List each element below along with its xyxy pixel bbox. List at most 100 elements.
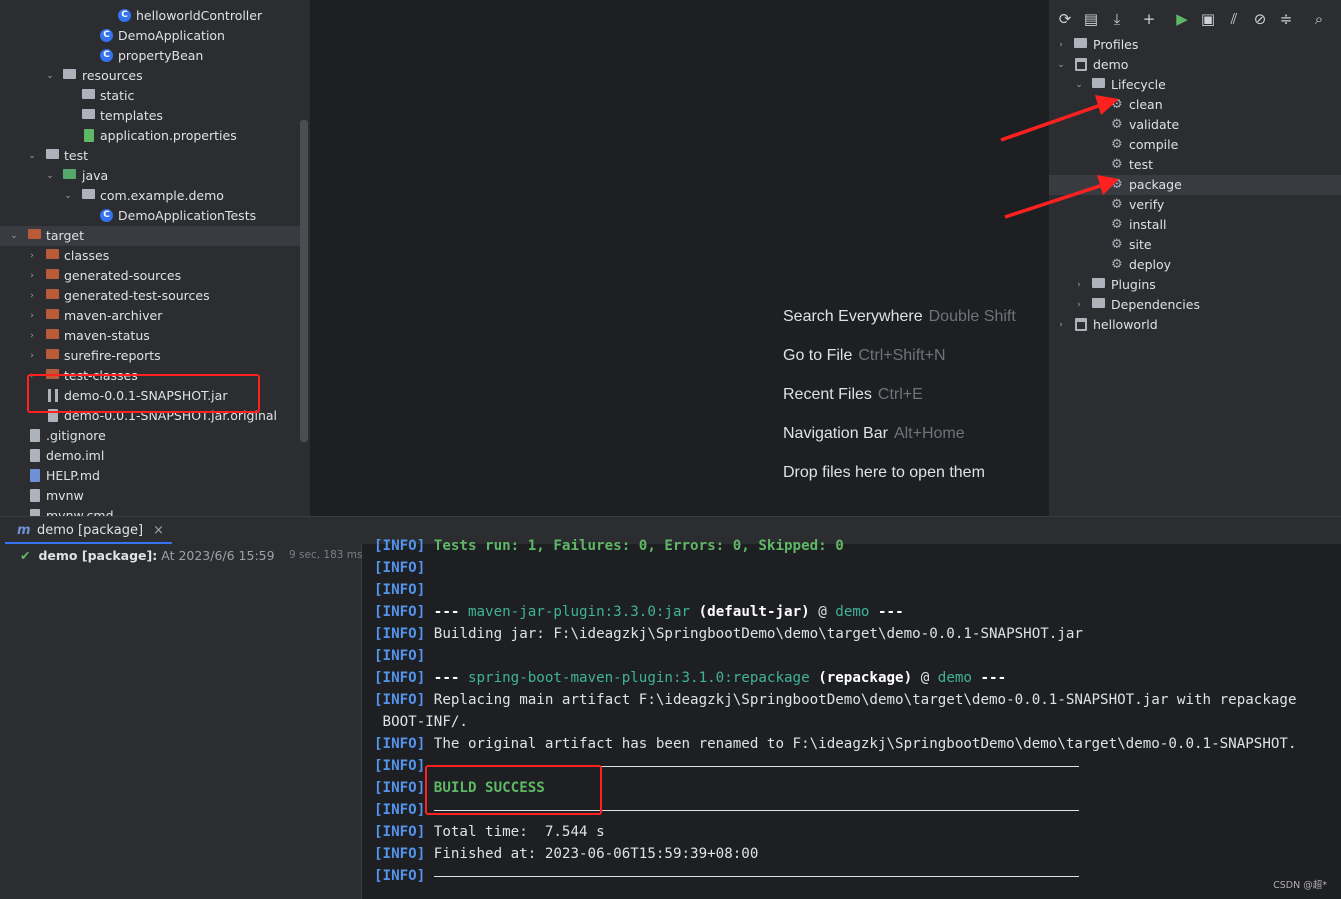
tree-item-generated-test-sources[interactable]: › generated-test-sources [0, 286, 300, 306]
hint-shortcut: Ctrl+Shift+N [858, 347, 946, 364]
chevron-down-icon[interactable]: ⌄ [26, 146, 38, 166]
hint-label: Navigation Bar [783, 425, 888, 442]
tree-item-classes[interactable]: › classes [0, 246, 300, 266]
analyze-icon[interactable]: ⌕ [1310, 9, 1328, 29]
resources-folder-icon [63, 69, 78, 83]
chevron-down-icon[interactable]: ⌄ [62, 186, 74, 206]
console-line: BOOT-INF/. [374, 711, 468, 733]
log-level: [INFO] [374, 758, 426, 774]
tree-item-templates[interactable]: templates [0, 106, 300, 126]
log-text: Replacing main artifact F:\ideagzkj\Spri… [433, 692, 1297, 708]
console-line: [INFO] [374, 865, 1079, 887]
tree-item-application-properties[interactable]: application.properties [0, 126, 300, 146]
maven-project-helloworld[interactable]: › helloworld [1049, 315, 1341, 335]
tree-item-maven-archiver[interactable]: › maven-archiver [0, 306, 300, 326]
chevron-right-icon[interactable]: › [1055, 315, 1067, 335]
tree-item-mvnw[interactable]: mvnw [0, 486, 300, 506]
tree-item-generated-sources[interactable]: › generated-sources [0, 266, 300, 286]
build-result-item[interactable]: ✔ demo [package]: At 2023/6/6 15:59 9 se… [20, 548, 362, 563]
chevron-right-icon[interactable]: › [26, 286, 38, 306]
log-text: Total time: 7.544 s [433, 824, 605, 840]
plugins-folder-icon [1092, 278, 1107, 292]
console-line: [INFO] Building jar: F:\ideagzkj\Springb… [374, 623, 1083, 645]
run-tab-label: demo [package] [37, 523, 144, 538]
maven-goal-site[interactable]: ⚙ site [1049, 235, 1341, 255]
tree-item-maven-status[interactable]: › maven-status [0, 326, 300, 346]
arrow-to-clean [1000, 95, 1119, 142]
chevron-down-icon[interactable]: ⌄ [8, 226, 20, 246]
chevron-right-icon[interactable]: › [26, 306, 38, 326]
maven-goal-deploy[interactable]: ⚙ deploy [1049, 255, 1341, 275]
run-tab[interactable]: m demo [package] × [5, 517, 173, 544]
console-output[interactable]: [INFO] Tests run: 1, Failures: 0, Errors… [374, 539, 1341, 899]
chevron-right-icon[interactable]: › [26, 266, 38, 286]
log-project: demo [835, 604, 870, 620]
maven-dependencies[interactable]: › Dependencies [1049, 295, 1341, 315]
java-class-icon: C [100, 49, 115, 63]
log-text: Finished at: 2023-06-06T15:59:39+08:00 [433, 846, 759, 862]
maven-project-demo[interactable]: ⌄ demo [1049, 55, 1341, 75]
hint-label: Recent Files [783, 386, 872, 403]
log-text: BOOT-INF/. [374, 714, 468, 730]
log-level: [INFO] [374, 868, 426, 884]
tree-item-helloworld-controller[interactable]: C helloworldController [0, 6, 300, 26]
annotation-box-jar [27, 374, 260, 413]
run-icon[interactable]: ▶ [1173, 9, 1191, 29]
download-icon[interactable]: ⤓ [1108, 9, 1126, 29]
tree-item-gitignore[interactable]: .gitignore [0, 426, 300, 446]
log-level: [INFO] [374, 626, 426, 642]
skip-tests-icon[interactable]: ⊘ [1251, 9, 1269, 29]
maven-plugins[interactable]: › Plugins [1049, 275, 1341, 295]
annotation-box-build-success [425, 765, 602, 815]
chevron-right-icon[interactable]: › [1055, 35, 1067, 55]
log-level: [INFO] [374, 692, 426, 708]
folder-icon [82, 89, 97, 103]
annotation-arrows [1000, 95, 1119, 219]
excluded-folder-icon [46, 309, 61, 323]
chevron-down-icon[interactable]: ⌄ [44, 66, 56, 86]
project-scrollbar[interactable] [300, 120, 308, 442]
close-icon[interactable]: × [153, 523, 164, 538]
tree-item-surefire-reports[interactable]: › surefire-reports [0, 346, 300, 366]
run-build-tree: ✔ demo [package]: At 2023/6/6 15:59 9 se… [0, 544, 362, 899]
chevron-down-icon[interactable]: ⌄ [1055, 55, 1067, 75]
tree-item-mvnw-cmd[interactable]: mvnw.cmd [0, 506, 300, 516]
plus-icon[interactable]: + [1140, 9, 1158, 29]
log-level: [INFO] [374, 560, 426, 576]
tree-item-demo-iml[interactable]: demo.iml [0, 446, 300, 466]
chevron-right-icon[interactable]: › [1073, 295, 1085, 315]
add-project-icon[interactable]: ▤ [1082, 9, 1100, 29]
console-line: [INFO] --- spring-boot-maven-plugin:3.1.… [374, 667, 1006, 689]
tree-item-target[interactable]: ⌄ target [0, 226, 300, 246]
tree-item-property-bean[interactable]: C propertyBean [0, 46, 300, 66]
hint-search-everywhere: Search Everywhere Double Shift [783, 308, 1016, 326]
chevron-right-icon[interactable]: › [26, 326, 38, 346]
tree-item-resources[interactable]: ⌄ resources [0, 66, 300, 86]
hint-shortcut: Ctrl+E [877, 386, 923, 403]
reload-icon[interactable]: ⟳ [1056, 9, 1074, 29]
gitignore-file-icon [28, 429, 43, 443]
toggle-offline-icon[interactable]: ⫽ [1225, 9, 1243, 29]
tree-item-demo-application[interactable]: C DemoApplication [0, 26, 300, 46]
collapse-icon[interactable]: ≑ [1277, 9, 1295, 29]
tree-item-java[interactable]: ⌄ java [0, 166, 300, 186]
gear-icon: ⚙ [1111, 257, 1123, 272]
tree-item-package[interactable]: ⌄ com.example.demo [0, 186, 300, 206]
maven-profiles[interactable]: › Profiles [1049, 35, 1341, 55]
profiles-icon [1074, 38, 1089, 52]
shell-script-icon [28, 489, 43, 503]
tree-item-demo-application-tests[interactable]: C DemoApplicationTests [0, 206, 300, 226]
log-plugin: maven-jar-plugin:3.3.0:jar [467, 604, 691, 620]
tree-item-test[interactable]: ⌄ test [0, 146, 300, 166]
tree-item-static[interactable]: static [0, 86, 300, 106]
chevron-down-icon[interactable]: ⌄ [44, 166, 56, 186]
hint-label: Go to File [783, 347, 853, 364]
chevron-right-icon[interactable]: › [26, 246, 38, 266]
chevron-right-icon[interactable]: › [1073, 275, 1085, 295]
console-line: [INFO] Total time: 7.544 s [374, 821, 605, 843]
tree-item-help-md[interactable]: HELP.md [0, 466, 300, 486]
execute-goal-icon[interactable]: ▣ [1199, 9, 1217, 29]
watermark: CSDN @超* [1273, 880, 1327, 891]
file-icon [28, 509, 43, 516]
chevron-right-icon[interactable]: › [26, 346, 38, 366]
